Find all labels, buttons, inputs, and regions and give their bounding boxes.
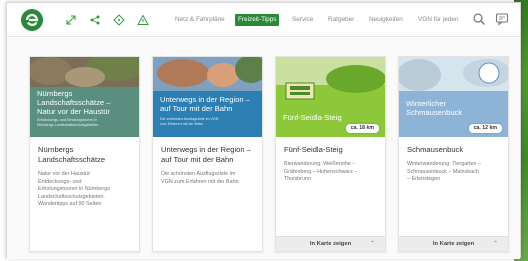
card-title: Schmausenbuck: [407, 145, 505, 155]
card-description-line: Die schönsten Ausflugsziele im: [161, 171, 236, 177]
card-image-title: Winterlicher: [406, 99, 447, 108]
card-unterwegs-in-der-region[interactable]: Unterwegs in der Region – auf Tour mit d…: [152, 56, 263, 252]
card-image-title: Unterwegs in der Region –: [160, 95, 250, 104]
card-description-line: Entdeckungs- und: [38, 178, 82, 185]
card-description-line: Schmausenbuck – Mainsbach: [407, 168, 479, 175]
card-title-line: Fünf-Seidla-Steig: [284, 145, 343, 154]
card-description-line: Winterwanderung: Tiergarten –: [407, 161, 482, 167]
card-image: Nürnbergs Landschaftsschätze – Natur vor…: [30, 57, 139, 137]
card-description-line: Gräfenberg – Hohenschwarz –: [284, 168, 358, 175]
card-image-title: Landschaftsschätze –: [37, 98, 111, 107]
card-fuenf-seidla-steig[interactable]: Fünf-Seidla-Steig ca. 18 km Fünf-Seidla-…: [275, 56, 386, 252]
chat-icon[interactable]: [495, 12, 509, 26]
card-schmausenbuck[interactable]: Winterlicher Schmausenbuck ca. 12 km Sch…: [398, 56, 509, 252]
card-image-title: Nürnbergs: [37, 89, 73, 98]
card-title-line: Schmausenbuck: [407, 145, 464, 154]
card-description: Winterwanderung: Tiergarten – Schmausenb…: [407, 161, 505, 184]
card-landschaftsschaetze[interactable]: Nürnbergs Landschaftsschätze – Natur vor…: [29, 56, 140, 252]
card-image-title: Fünf-Seidla-Steig: [283, 113, 342, 122]
card-title-line: Landschaftsschätze: [38, 155, 106, 164]
chevron-up-icon: ⌃: [369, 241, 375, 247]
card-title-line: Unterwegs in der Region –: [161, 145, 251, 154]
card-title: Unterwegs in der Region – auf Tour mit d…: [161, 145, 259, 165]
show-on-map-button[interactable]: In Karte zeigen ⌃: [399, 236, 508, 251]
nav-item-vgn-fuer-jeden[interactable]: VGN für jeden: [418, 14, 459, 26]
card-title-line: auf Tour mit der Bahn: [161, 155, 234, 164]
distance-badge: ca. 12 km: [468, 124, 502, 133]
card-image: Fünf-Seidla-Steig ca. 18 km: [276, 57, 385, 137]
distance-badge: ca. 18 km: [345, 124, 379, 133]
show-on-map-label: In Karte zeigen: [432, 241, 475, 247]
content-area: Nürnbergs Landschaftsschätze – Natur vor…: [7, 38, 520, 259]
card-description-line: Bierwanderung: Weißenohe –: [284, 161, 356, 167]
browser-window: Netz & Fahrpläne Freizeit-Tipps Service …: [6, 2, 521, 259]
card-image: Unterwegs in der Region – auf Tour mit d…: [153, 57, 262, 137]
nav-item-service[interactable]: Service: [292, 14, 313, 26]
card-description-line: Natur vor der Haustür:: [38, 171, 92, 177]
card-description-line: Thuisbrunn: [284, 176, 311, 183]
card-title-line: Nürnbergs: [38, 145, 74, 154]
card-description: Natur vor der Haustür: Entdeckungs- und …: [38, 171, 136, 209]
card-image-title: Natur vor der Haustür: [37, 107, 111, 116]
top-navigation-bar: Netz & Fahrpläne Freizeit-Tipps Service …: [7, 3, 520, 37]
card-title: Fünf-Seidla-Steig: [284, 145, 382, 155]
nav-item-freizeit-tipps[interactable]: Freizeit-Tipps: [235, 14, 280, 26]
card-description-line: Erholungstouren in Nürnbergs: [38, 186, 110, 193]
card-description-line: Wandertipps auf 90 Seiten: [38, 201, 102, 208]
card-title: Nürnbergs Landschaftsschätze: [38, 145, 136, 165]
card-image-title: Schmausenbuck: [406, 108, 463, 117]
main-nav: Netz & Fahrpläne Freizeit-Tipps Service …: [7, 14, 520, 28]
card-image-subtitle: Nürnbergs Landschaftsschutzgebieten: [37, 123, 99, 127]
nav-item-neuigkeiten[interactable]: Neuigkeiten: [369, 14, 403, 26]
nav-item-netz[interactable]: Netz & Fahrpläne: [175, 14, 225, 26]
card-description-line: VGN zum Erfahren mit der Bahn: [161, 178, 239, 185]
search-icon[interactable]: [472, 12, 486, 26]
card-description-line: Landschaftsschutzgebieten.: [38, 193, 105, 200]
card-image-title: auf Tour mit der Bahn: [160, 104, 233, 113]
card-image: Winterlicher Schmausenbuck ca. 12 km: [399, 57, 508, 137]
card-description: Bierwanderung: Weißenohe – Gräfenberg – …: [284, 161, 382, 184]
show-on-map-button[interactable]: In Karte zeigen ⌃: [276, 236, 385, 251]
card-image-subtitle: zum Erfahren mit der Bahn: [160, 122, 203, 126]
card-description: Die schönsten Ausflugsziele im VGN zum E…: [161, 171, 259, 186]
card-description-line: – Erlenstegen: [407, 176, 441, 183]
nav-item-ratgeber[interactable]: Ratgeber: [328, 14, 354, 26]
chevron-up-icon: ⌃: [492, 241, 498, 247]
show-on-map-label: In Karte zeigen: [309, 241, 352, 247]
